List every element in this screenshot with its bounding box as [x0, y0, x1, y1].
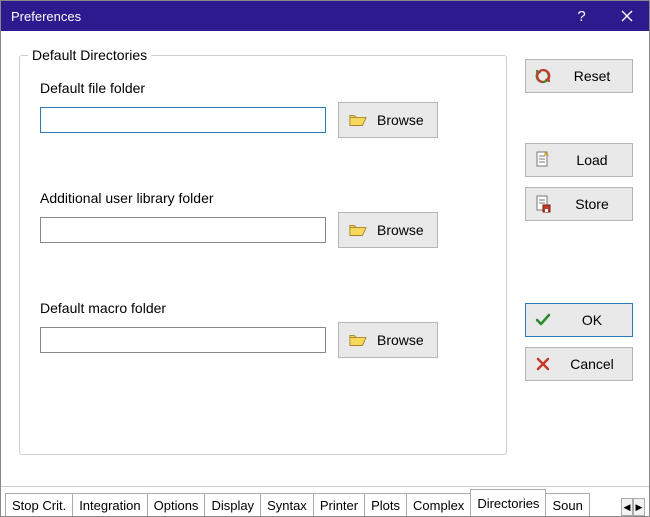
field-lib-folder: Additional user library folder Browse — [40, 190, 486, 248]
field-macro-folder: Default macro folder Browse — [40, 300, 486, 358]
lib-folder-input[interactable] — [40, 217, 326, 243]
browse-label: Browse — [377, 332, 427, 348]
macro-folder-browse-button[interactable]: Browse — [338, 322, 438, 358]
left-column: Default Directories Default file folder … — [19, 47, 507, 480]
triangle-left-icon: ◀ — [624, 502, 631, 513]
file-folder-input[interactable] — [40, 107, 326, 133]
window-title: Preferences — [11, 9, 559, 24]
file-folder-browse-button[interactable]: Browse — [338, 102, 438, 138]
field-file-folder: Default file folder Browse — [40, 80, 486, 138]
content-area: Default Directories Default file folder … — [1, 31, 649, 480]
load-button[interactable]: Load — [525, 143, 633, 177]
close-button[interactable] — [604, 1, 649, 31]
tab-bar: Stop Crit.IntegrationOptionsDisplaySynta… — [1, 486, 649, 516]
file-folder-label: Default file folder — [40, 80, 486, 96]
tab-scroll: ◀ ▶ — [621, 498, 645, 516]
browse-label: Browse — [377, 112, 427, 128]
tab-complex[interactable]: Complex — [406, 493, 471, 516]
tab-soun[interactable]: Soun — [545, 493, 589, 516]
lib-folder-label: Additional user library folder — [40, 190, 486, 206]
cross-icon — [534, 355, 552, 373]
browse-label: Browse — [377, 222, 427, 238]
save-icon — [534, 195, 552, 213]
tab-scroll-left-button[interactable]: ◀ — [621, 498, 633, 516]
store-label: Store — [560, 196, 624, 212]
cancel-label: Cancel — [560, 356, 624, 372]
groupbox-legend: Default Directories — [28, 47, 151, 63]
default-directories-group: Default Directories Default file folder … — [19, 55, 507, 455]
tab-syntax[interactable]: Syntax — [260, 493, 314, 516]
document-icon — [534, 151, 552, 169]
tab-display[interactable]: Display — [204, 493, 261, 516]
folder-open-icon — [349, 332, 367, 348]
triangle-right-icon: ▶ — [636, 502, 643, 513]
refresh-icon — [534, 67, 552, 85]
tab-integration[interactable]: Integration — [72, 493, 147, 516]
help-icon: ? — [577, 8, 585, 25]
tab-options[interactable]: Options — [147, 493, 206, 516]
folder-open-icon — [349, 222, 367, 238]
ok-button[interactable]: OK — [525, 303, 633, 337]
title-bar: Preferences ? — [1, 1, 649, 31]
lib-folder-browse-button[interactable]: Browse — [338, 212, 438, 248]
tab-printer[interactable]: Printer — [313, 493, 365, 516]
tab-directories[interactable]: Directories — [470, 489, 546, 516]
store-button[interactable]: Store — [525, 187, 633, 221]
macro-folder-label: Default macro folder — [40, 300, 486, 316]
macro-folder-input[interactable] — [40, 327, 326, 353]
right-column: Reset Load Store OK Cancel — [507, 47, 637, 480]
folder-open-icon — [349, 112, 367, 128]
check-icon — [534, 311, 552, 329]
help-button[interactable]: ? — [559, 1, 604, 31]
cancel-button[interactable]: Cancel — [525, 347, 633, 381]
tab-stop-crit-[interactable]: Stop Crit. — [5, 493, 73, 516]
close-icon — [621, 10, 633, 22]
tab-scroll-right-button[interactable]: ▶ — [633, 498, 645, 516]
ok-label: OK — [560, 312, 624, 328]
reset-label: Reset — [560, 68, 624, 84]
load-label: Load — [560, 152, 624, 168]
tab-plots[interactable]: Plots — [364, 493, 407, 516]
reset-button[interactable]: Reset — [525, 59, 633, 93]
